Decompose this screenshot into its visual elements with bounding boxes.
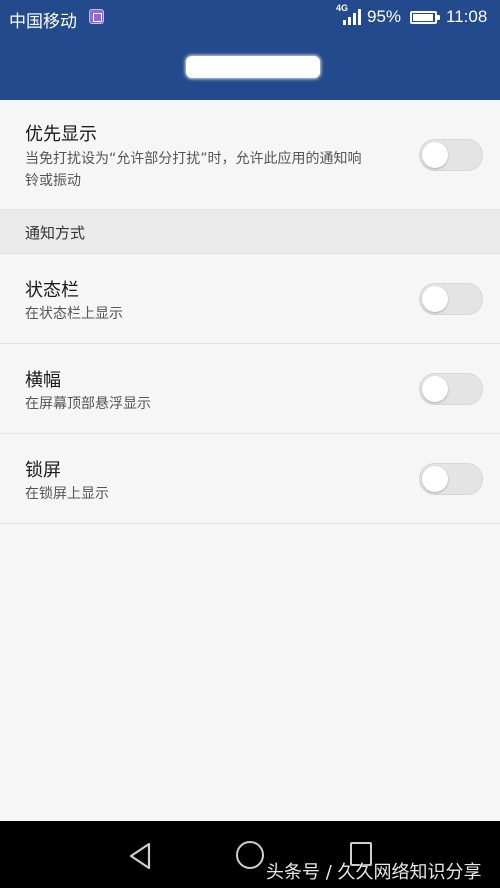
- priority-display-subtitle-line2: 铃或振动: [25, 173, 81, 189]
- priority-display-title: 优先显示: [25, 124, 97, 145]
- back-icon[interactable]: [128, 842, 152, 870]
- banner-toggle[interactable]: [419, 373, 483, 405]
- battery-icon: [410, 11, 440, 24]
- page-title-redacted: [186, 56, 320, 78]
- app-bar: [0, 36, 500, 100]
- toggle-knob: [422, 142, 448, 168]
- battery-percent: 95%: [367, 7, 402, 26]
- watermark-text: 头条号 / 久久网络知识分享: [266, 862, 482, 883]
- status-bar-setting-title: 状态栏: [25, 280, 79, 301]
- home-icon[interactable]: [236, 841, 264, 869]
- banner-setting-row[interactable]: 横幅 在屏幕顶部悬浮显示: [0, 344, 500, 434]
- lockscreen-setting-title: 锁屏: [25, 460, 61, 481]
- gallery-notification-icon: [89, 9, 104, 24]
- status-bar: 中国移动 4G 95% 11:08: [0, 0, 500, 36]
- status-bar-setting-row[interactable]: 状态栏 在状态栏上显示: [0, 254, 500, 344]
- priority-display-subtitle-line1: 当免打扰设为“允许部分打扰”时，允许此应用的通知响: [25, 151, 362, 167]
- priority-display-toggle[interactable]: [419, 139, 483, 171]
- clock: 11:08: [446, 7, 488, 26]
- navigation-bar: 头条号 / 久久网络知识分享: [0, 821, 500, 888]
- status-bar-toggle[interactable]: [419, 283, 483, 315]
- toggle-knob: [422, 376, 448, 402]
- lockscreen-setting-subtitle: 在锁屏上显示: [25, 486, 109, 502]
- signal-icon: [343, 9, 363, 25]
- lockscreen-toggle[interactable]: [419, 463, 483, 495]
- lockscreen-setting-row[interactable]: 锁屏 在锁屏上显示: [0, 434, 500, 524]
- carrier-name: 中国移动: [9, 12, 77, 31]
- settings-list: 优先显示 当免打扰设为“允许部分打扰”时，允许此应用的通知响 铃或振动 通知方式…: [0, 100, 500, 821]
- notification-method-section-header: 通知方式: [0, 210, 500, 254]
- banner-setting-title: 横幅: [25, 370, 61, 391]
- banner-setting-subtitle: 在屏幕顶部悬浮显示: [25, 396, 151, 412]
- toggle-knob: [422, 466, 448, 492]
- battery-fill: [413, 14, 433, 21]
- status-bar-setting-subtitle: 在状态栏上显示: [25, 306, 123, 322]
- toggle-knob: [422, 286, 448, 312]
- priority-display-row[interactable]: 优先显示 当免打扰设为“允许部分打扰”时，允许此应用的通知响 铃或振动: [0, 100, 500, 210]
- section-label: 通知方式: [25, 224, 86, 242]
